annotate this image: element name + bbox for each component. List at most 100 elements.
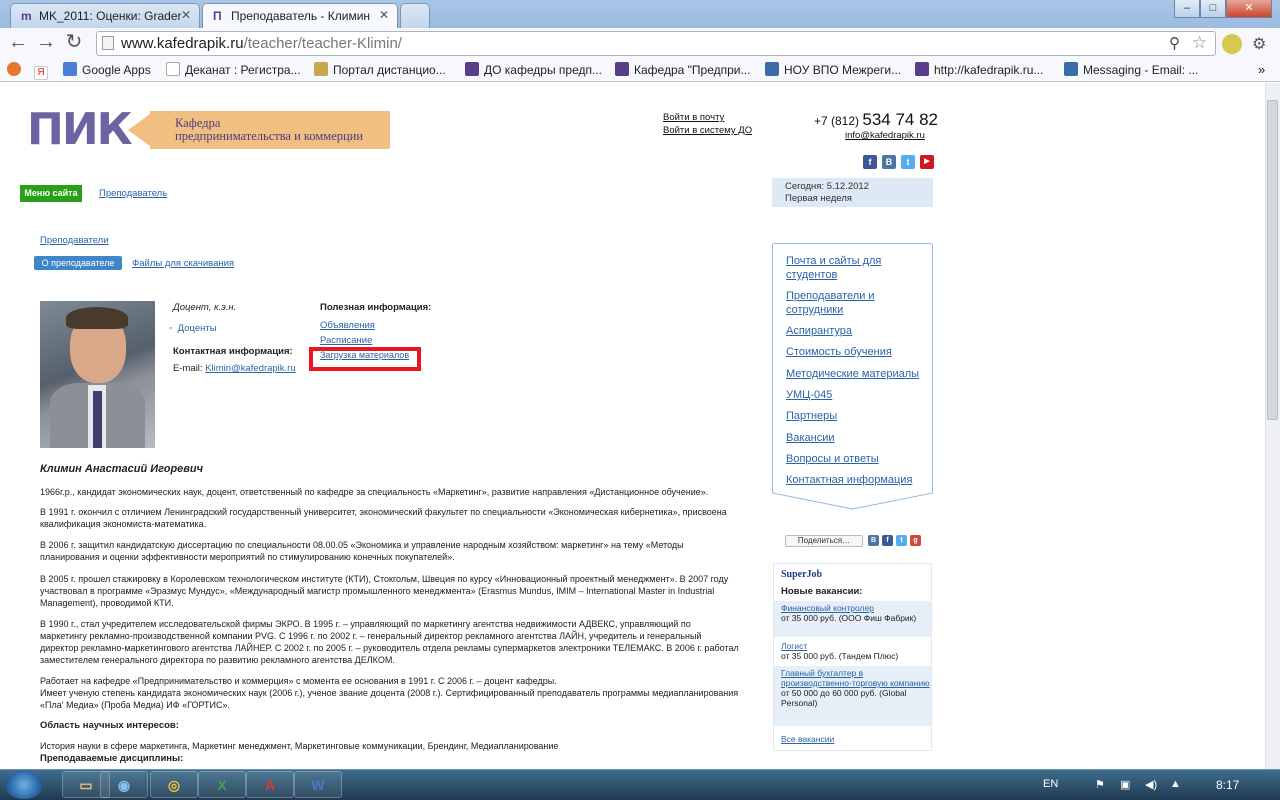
volume-icon[interactable]: ◀) — [1145, 778, 1157, 791]
group-item: ◦ Доценты — [169, 323, 217, 334]
wrench-icon[interactable]: ⚙ — [1252, 34, 1266, 54]
sidebar-item-vacancies[interactable]: Вакансии — [786, 431, 835, 445]
vkontakte-share-icon[interactable]: B — [868, 535, 879, 546]
bio-paragraph: Имеет ученую степень кандидата экономиче… — [40, 688, 739, 710]
tab-about-teacher[interactable]: О преподавателе — [34, 256, 122, 270]
yandex-icon[interactable]: Я — [34, 62, 53, 80]
teacher-position: Доцент, к.э.н. — [173, 302, 237, 313]
interests-text: История науки в сфере маркетинга, Маркет… — [40, 741, 559, 751]
firefox-icon[interactable] — [7, 62, 26, 77]
teacher-name: Климин Анастасий Игоревич — [40, 463, 204, 475]
vacancy-salary: от 35 000 руб. (ООО Фиш Фабрик) — [781, 613, 917, 623]
superjob-logo: SuperJob — [781, 569, 823, 580]
teachers-link[interactable]: Преподаватели — [40, 235, 109, 246]
teacher-photo — [40, 301, 155, 448]
bookmark-portal[interactable]: Портал дистанцио... — [314, 62, 446, 77]
pik-icon: П — [213, 9, 222, 23]
bookmark-nou-vpo[interactable]: НОУ ВПО Межреги... — [765, 62, 901, 77]
bookmark-kafedrapik[interactable]: http://kafedrapik.ru... — [915, 62, 1043, 77]
new-tab-button[interactable] — [400, 3, 430, 28]
bookmark-google-apps[interactable]: Google Apps — [63, 62, 151, 77]
site-logo[interactable]: ПИК — [27, 108, 133, 152]
twitter-share-icon[interactable]: t — [896, 535, 907, 546]
sidebar-item-materials[interactable]: Методические материалы — [786, 367, 919, 381]
disciplines-title: Преподаваемые дисциплины: — [40, 753, 184, 764]
address-bar[interactable]: www.kafedrapik.ru/teacher/teacher-Klimin… — [96, 31, 1216, 56]
breadcrumb-teacher[interactable]: Преподаватель — [99, 188, 167, 199]
web-page: ПИК Кафедра предпринимательства и коммер… — [0, 83, 1265, 769]
teacher-email-link[interactable]: Klimin@kafedrapik.ru — [205, 363, 295, 374]
youtube-icon[interactable]: ▶ — [920, 155, 934, 169]
reload-icon[interactable]: ↻ — [62, 31, 86, 55]
forward-icon[interactable]: → — [34, 31, 58, 55]
sidebar-item-faq[interactable]: Вопросы и ответы — [786, 452, 879, 466]
vacancy-link[interactable]: Главный бухгалтер в производственно-торг… — [781, 668, 930, 688]
tab-grader[interactable]: m MK_2011: Оценки: Grader ✕ — [10, 3, 200, 28]
maximize-button[interactable]: □ — [1200, 0, 1226, 18]
device-icon[interactable]: ▣ — [1120, 778, 1130, 791]
googleplus-share-icon[interactable]: g — [910, 535, 921, 546]
bookmarks-overflow-icon[interactable]: » — [1258, 62, 1265, 77]
start-button[interactable] — [5, 771, 43, 799]
close-icon[interactable]: ✕ — [181, 8, 191, 22]
vacancy-link[interactable]: Финансовый контролер — [781, 603, 874, 613]
bio-paragraph: Работает на кафедре «Предпринимательство… — [40, 676, 557, 686]
bookmark-messaging[interactable]: Messaging - Email: ... — [1064, 62, 1198, 77]
excel-icon[interactable]: X — [198, 771, 246, 798]
bookmark-kafedra[interactable]: Кафедра "Предпри... — [615, 62, 750, 77]
facebook-share-icon[interactable]: f — [882, 535, 893, 546]
vkontakte-icon[interactable]: B — [882, 155, 896, 169]
bio-paragraph: В 1990 г., стал учредителем исследовател… — [40, 619, 739, 665]
language-indicator[interactable]: EN — [1043, 778, 1058, 790]
sidebar-item-contacts[interactable]: Контактная информация — [786, 473, 912, 487]
tab-downloads[interactable]: Файлы для скачивания — [132, 258, 234, 269]
bookmark-dekanat[interactable]: Деканат : Регистра... — [166, 62, 301, 77]
url-host: www.kafedrapik.ru — [121, 35, 244, 52]
network-icon[interactable]: ▲ — [1170, 778, 1181, 790]
contact-email: E-mail: Klimin@kafedrapik.ru — [173, 363, 296, 374]
tab-title: Преподаватель - Климин — [231, 9, 371, 23]
star-icon[interactable]: ☆ — [1192, 33, 1207, 53]
login-mail-link[interactable]: Войти в почту — [663, 112, 724, 123]
bookmark-do-kafedry[interactable]: ДО кафедры предп... — [465, 62, 602, 77]
chrome-icon[interactable]: ◎ — [150, 771, 198, 798]
search-icon[interactable]: ⚲ — [1169, 34, 1180, 52]
vacancy-link[interactable]: Логист — [781, 641, 807, 651]
all-vacancies-link[interactable]: Все вакансии — [781, 734, 834, 744]
sidebar-item-student-mail[interactable]: Почта и сайты для студентов — [786, 254, 916, 282]
week-label: Первая неделя — [785, 193, 852, 204]
close-icon[interactable]: ✕ — [379, 8, 389, 22]
extension-icon[interactable] — [1222, 34, 1242, 54]
sidebar-item-partners[interactable]: Партнеры — [786, 409, 837, 423]
page-icon — [102, 36, 114, 50]
vacancy-salary: от 50 000 до 60 000 руб. (Global Persona… — [781, 688, 907, 708]
back-icon[interactable]: ← — [6, 31, 30, 55]
date-box: Сегодня: 5.12.2012 Первая неделя — [772, 178, 933, 207]
highlight-box — [309, 347, 421, 371]
interests-title: Область научных интересов: — [40, 720, 179, 731]
sidebar-item-cost[interactable]: Стоимость обучения — [786, 345, 892, 359]
login-do-link[interactable]: Войти в систему ДО — [663, 125, 752, 136]
twitter-icon[interactable]: t — [901, 155, 915, 169]
schedule-link[interactable]: Расписание — [320, 335, 372, 346]
announcements-link[interactable]: Объявления — [320, 320, 375, 331]
bio-paragraph: В 2006 г. защитил кандидатскую диссертац… — [40, 540, 684, 562]
media-icon[interactable]: ◉ — [100, 771, 148, 798]
minimize-button[interactable]: – — [1174, 0, 1200, 18]
clock[interactable]: 8:17 — [1216, 778, 1239, 792]
sidebar-item-umc[interactable]: УМЦ-045 — [786, 388, 832, 402]
word-icon[interactable]: W — [294, 771, 342, 798]
flag-icon[interactable]: ⚑ — [1095, 778, 1105, 791]
bio-paragraph: 1966г.р., кандидат экономических наук, д… — [40, 487, 709, 497]
close-window-button[interactable]: ✕ — [1226, 0, 1272, 18]
phone: +7 (812) 534 74 82 — [814, 110, 939, 129]
acrobat-icon[interactable]: A — [246, 771, 294, 798]
facebook-icon[interactable]: f — [863, 155, 877, 169]
header-email-link[interactable]: info@kafedrapik.ru — [845, 130, 925, 141]
sidebar-item-staff[interactable]: Преподаватели и сотрудники — [786, 289, 916, 317]
share-button[interactable]: Поделиться… — [785, 535, 863, 547]
tab-teacher[interactable]: П Преподаватель - Климин ✕ — [202, 3, 398, 28]
sidebar-item-postgraduate[interactable]: Аспирантура — [786, 324, 852, 338]
site-menu-button[interactable]: Меню сайта — [20, 185, 82, 202]
scrollbar-thumb[interactable] — [1267, 100, 1278, 420]
